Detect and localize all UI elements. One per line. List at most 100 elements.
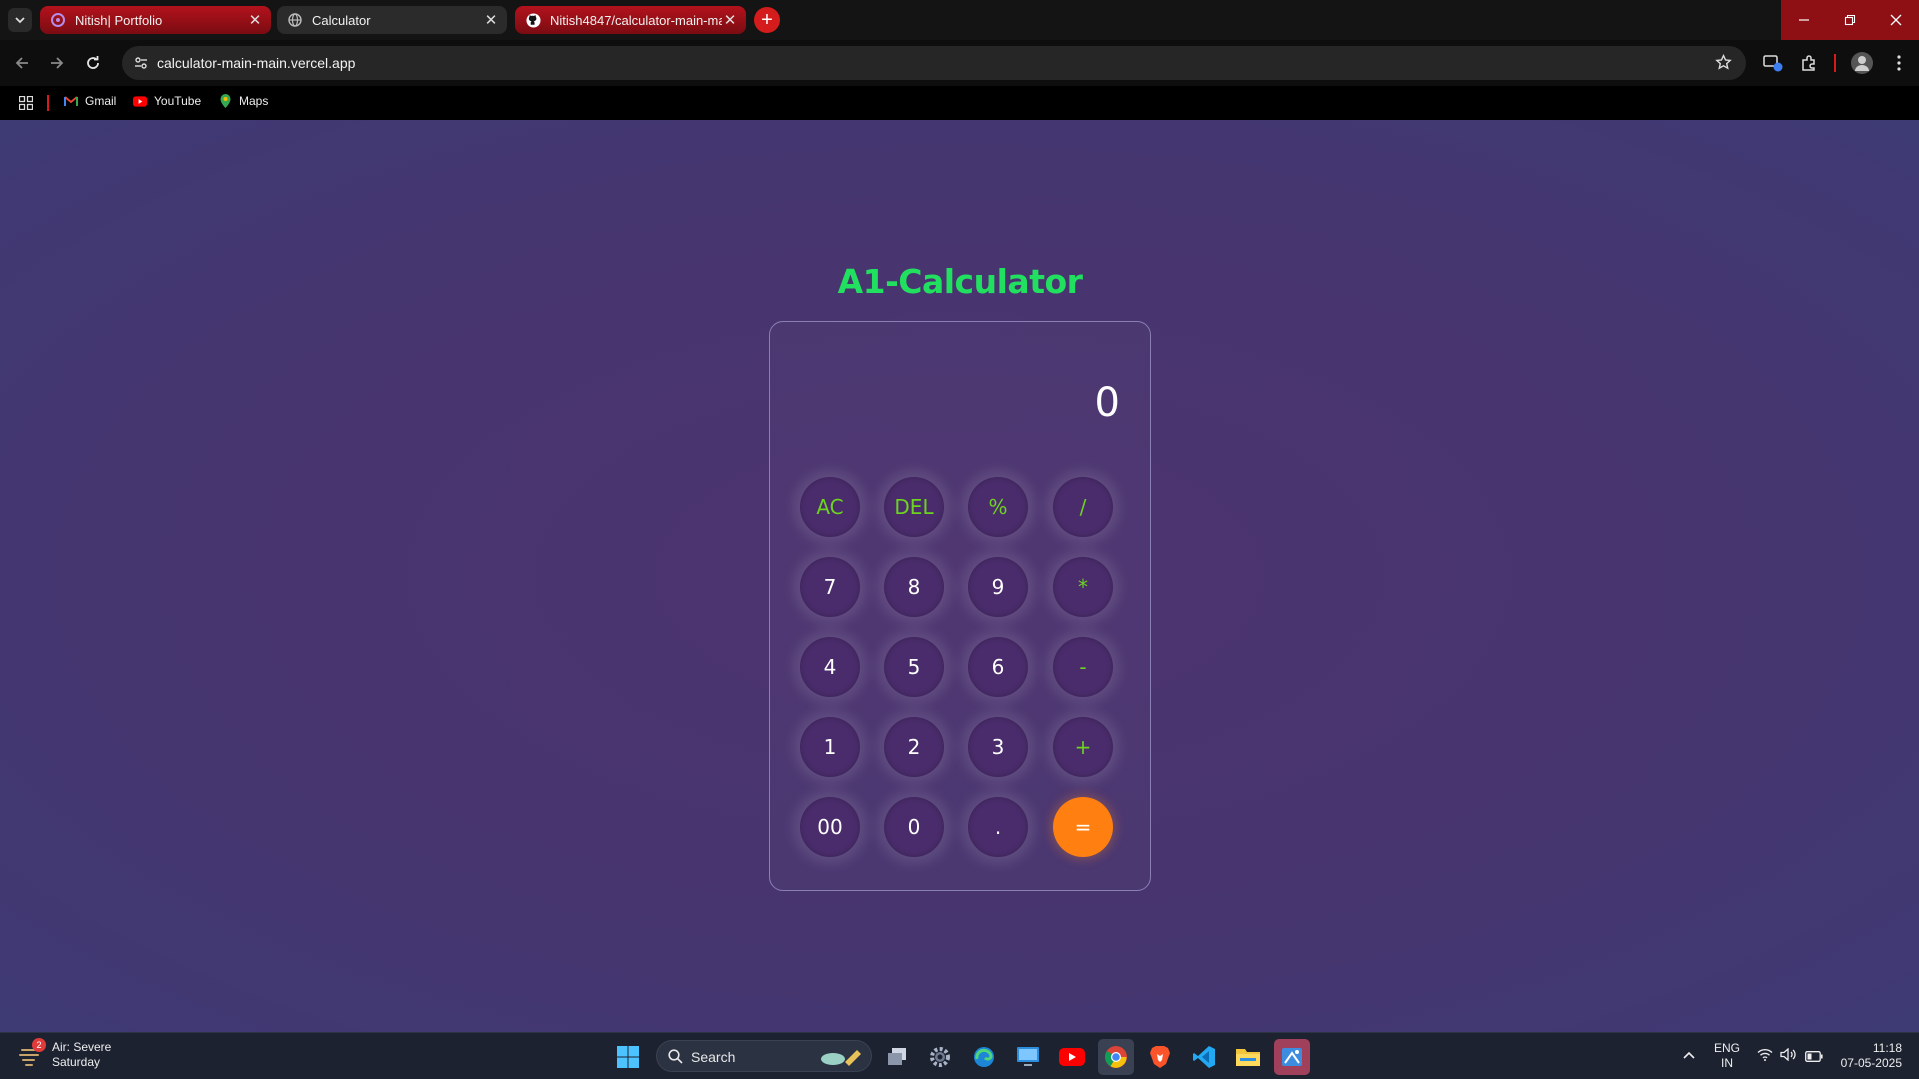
key-delete[interactable]: DEL xyxy=(884,477,944,537)
bookmark-label: Gmail xyxy=(85,94,117,108)
reload-icon xyxy=(87,56,99,69)
bookmarks-bar: Gmail YouTube Maps xyxy=(0,86,1919,120)
key-6[interactable]: 6 xyxy=(968,637,1028,697)
taskbar: 2 Air: Severe Saturday Search ENG IN 11:… xyxy=(0,1032,1919,1079)
key-add[interactable]: + xyxy=(1053,717,1113,777)
close-icon[interactable]: ✕ xyxy=(247,12,263,29)
battery-icon[interactable] xyxy=(1805,1049,1823,1067)
url-text: calculator-main-main.vercel.app xyxy=(157,55,356,71)
key-9[interactable]: 9 xyxy=(968,557,1028,617)
taskbar-app-vscode[interactable] xyxy=(1186,1039,1222,1075)
tab-title: Calculator xyxy=(312,12,371,28)
key-3[interactable]: 3 xyxy=(968,717,1028,777)
tab-portfolio[interactable]: Nitish| Portfolio ✕ xyxy=(40,6,271,34)
taskbar-app-chrome[interactable] xyxy=(1098,1039,1134,1075)
site-info-icon[interactable] xyxy=(134,56,148,75)
taskbar-app-file-explorer[interactable] xyxy=(1230,1039,1266,1075)
key-5[interactable]: 5 xyxy=(884,637,944,697)
tab-sharing-icon[interactable] xyxy=(1760,50,1786,76)
language-code: ENG xyxy=(1714,1041,1741,1055)
taskbar-app-remote-desktop[interactable] xyxy=(1010,1039,1046,1075)
more-menu-icon[interactable] xyxy=(1886,50,1912,76)
extensions-icon[interactable] xyxy=(1796,50,1822,76)
bookmark-label: YouTube xyxy=(154,94,202,108)
edge-icon xyxy=(974,1047,994,1067)
key-7[interactable]: 7 xyxy=(800,557,860,617)
tab-title: Nitish4847/calculator-main-ma xyxy=(550,12,722,28)
bookmarks-divider xyxy=(47,95,49,111)
maps-icon xyxy=(218,94,232,108)
task-view-button[interactable] xyxy=(879,1039,915,1075)
monitor-icon xyxy=(1017,1047,1039,1066)
bookmark-maps[interactable]: Maps xyxy=(218,94,268,108)
weather-widget[interactable]: 2 Air: Severe Saturday xyxy=(18,1038,111,1070)
taskbar-app-snipping-tool[interactable] xyxy=(1274,1039,1310,1075)
start-button[interactable] xyxy=(610,1039,646,1075)
reload-button[interactable] xyxy=(80,50,106,76)
windows-icon xyxy=(617,1046,639,1068)
new-tab-button[interactable]: + xyxy=(754,7,780,33)
apps-grid-icon[interactable] xyxy=(18,95,34,115)
task-view-icon xyxy=(888,1048,906,1065)
key-equals[interactable]: = xyxy=(1053,797,1113,857)
bookmark-star-icon[interactable] xyxy=(1715,53,1732,76)
youtube-icon xyxy=(1059,1048,1085,1066)
bookmark-youtube[interactable]: YouTube xyxy=(133,94,201,108)
wifi-icon[interactable] xyxy=(1757,1048,1773,1066)
weather-subtitle: Saturday xyxy=(52,1055,101,1069)
close-icon xyxy=(1890,14,1902,26)
vscode-icon xyxy=(1193,1046,1215,1068)
restore-button[interactable] xyxy=(1827,0,1873,40)
key-percent[interactable]: % xyxy=(968,477,1028,537)
taskbar-app-settings[interactable] xyxy=(922,1039,958,1075)
bookmark-gmail[interactable]: Gmail xyxy=(64,94,116,108)
youtube-icon xyxy=(133,94,147,108)
key-multiply[interactable]: * xyxy=(1053,557,1113,617)
key-1[interactable]: 1 xyxy=(800,717,860,777)
snipping-tool-icon xyxy=(1282,1048,1302,1066)
address-bar[interactable]: calculator-main-main.vercel.app xyxy=(122,46,1746,80)
tab-calculator[interactable]: Calculator ✕ xyxy=(277,6,507,34)
tab-search-button[interactable] xyxy=(8,8,32,32)
taskbar-app-edge[interactable] xyxy=(966,1039,1002,1075)
gmail-icon xyxy=(64,94,78,108)
key-0[interactable]: 0 xyxy=(884,797,944,857)
key-2[interactable]: 2 xyxy=(884,717,944,777)
brave-icon xyxy=(1150,1046,1170,1068)
language-indicator[interactable]: ENG IN xyxy=(1714,1041,1740,1071)
folder-icon xyxy=(1236,1049,1260,1066)
github-icon xyxy=(525,12,541,28)
gear-icon xyxy=(930,1047,950,1067)
restore-icon xyxy=(1844,14,1856,26)
key-double-zero[interactable]: 00 xyxy=(800,797,860,857)
key-decimal[interactable]: . xyxy=(968,797,1028,857)
bookmark-label: Maps xyxy=(239,94,269,108)
close-icon[interactable]: ✕ xyxy=(483,12,499,29)
time-text: 11:18 xyxy=(1872,1041,1902,1055)
browser-toolbar: calculator-main-main.vercel.app xyxy=(0,40,1919,86)
close-window-button[interactable] xyxy=(1873,0,1919,40)
profile-avatar[interactable] xyxy=(1849,50,1875,76)
region-code: IN xyxy=(1721,1056,1733,1070)
clock[interactable]: 11:18 07-05-2025 xyxy=(1832,1041,1902,1071)
key-4[interactable]: 4 xyxy=(800,637,860,697)
taskbar-search[interactable]: Search xyxy=(656,1040,872,1072)
key-clear[interactable]: AC xyxy=(800,477,860,537)
plus-icon: + xyxy=(761,9,773,31)
chevron-down-icon xyxy=(15,17,25,24)
taskbar-app-youtube[interactable] xyxy=(1054,1039,1090,1075)
close-icon[interactable]: ✕ xyxy=(722,12,738,29)
search-highlight-icon xyxy=(817,1046,865,1073)
key-divide[interactable]: / xyxy=(1053,477,1113,537)
chevron-up-icon[interactable] xyxy=(1682,1047,1696,1065)
tab-github[interactable]: Nitish4847/calculator-main-ma ✕ xyxy=(515,6,746,34)
minimize-button[interactable] xyxy=(1781,0,1827,40)
volume-icon[interactable] xyxy=(1780,1047,1797,1066)
back-button[interactable] xyxy=(9,50,35,76)
page-title: A1-Calculator xyxy=(837,262,1083,301)
key-subtract[interactable]: - xyxy=(1053,637,1113,697)
key-8[interactable]: 8 xyxy=(884,557,944,617)
forward-button[interactable] xyxy=(44,50,70,76)
portfolio-favicon-icon xyxy=(50,12,66,28)
taskbar-app-brave[interactable] xyxy=(1142,1039,1178,1075)
